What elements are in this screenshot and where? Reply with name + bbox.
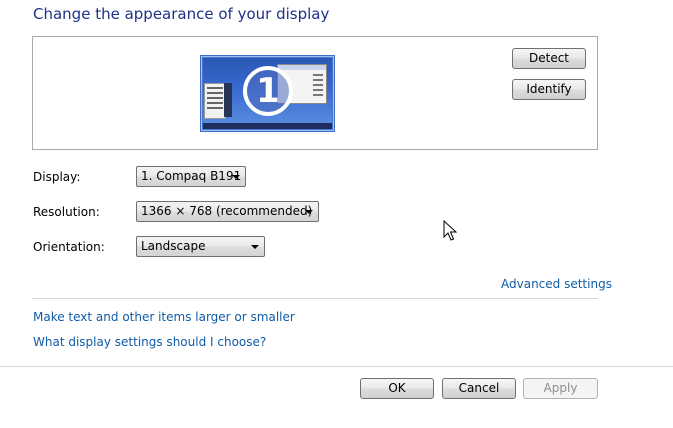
orientation-label: Orientation: bbox=[33, 240, 105, 254]
cancel-button[interactable]: Cancel bbox=[442, 378, 516, 399]
chevron-down-icon bbox=[251, 245, 259, 249]
display-dropdown[interactable]: 1. Compaq B191 bbox=[136, 166, 246, 187]
monitor-1-thumbnail[interactable]: 1 bbox=[200, 55, 335, 132]
display-dropdown-value: 1. Compaq B191 bbox=[141, 169, 242, 183]
preview-window-dark bbox=[224, 83, 232, 117]
resolution-dropdown-value: 1366 × 768 (recommended) bbox=[141, 204, 313, 218]
advanced-settings-link[interactable]: Advanced settings bbox=[501, 277, 612, 291]
chevron-down-icon bbox=[232, 175, 240, 179]
resolution-dropdown[interactable]: 1366 × 768 (recommended) bbox=[136, 201, 319, 222]
divider bbox=[32, 298, 598, 299]
display-help-link[interactable]: What display settings should I choose? bbox=[33, 335, 266, 349]
orientation-dropdown-value: Landscape bbox=[141, 239, 206, 253]
display-preview-panel: 1 Detect Identify bbox=[32, 36, 598, 150]
apply-button[interactable]: Apply bbox=[523, 378, 598, 399]
page-title: Change the appearance of your display bbox=[33, 5, 330, 23]
display-label: Display: bbox=[33, 170, 81, 184]
identify-button[interactable]: Identify bbox=[512, 79, 586, 100]
monitor-number-badge: 1 bbox=[243, 66, 293, 116]
resolution-label: Resolution: bbox=[33, 205, 100, 219]
footer-divider bbox=[0, 366, 673, 367]
orientation-dropdown[interactable]: Landscape bbox=[136, 236, 265, 257]
text-size-link[interactable]: Make text and other items larger or smal… bbox=[33, 310, 295, 324]
preview-window-small bbox=[204, 83, 226, 119]
chevron-down-icon bbox=[305, 210, 313, 214]
mouse-cursor-icon bbox=[443, 220, 457, 241]
detect-button[interactable]: Detect bbox=[512, 48, 586, 69]
preview-taskbar bbox=[203, 123, 332, 129]
ok-button[interactable]: OK bbox=[360, 378, 434, 399]
